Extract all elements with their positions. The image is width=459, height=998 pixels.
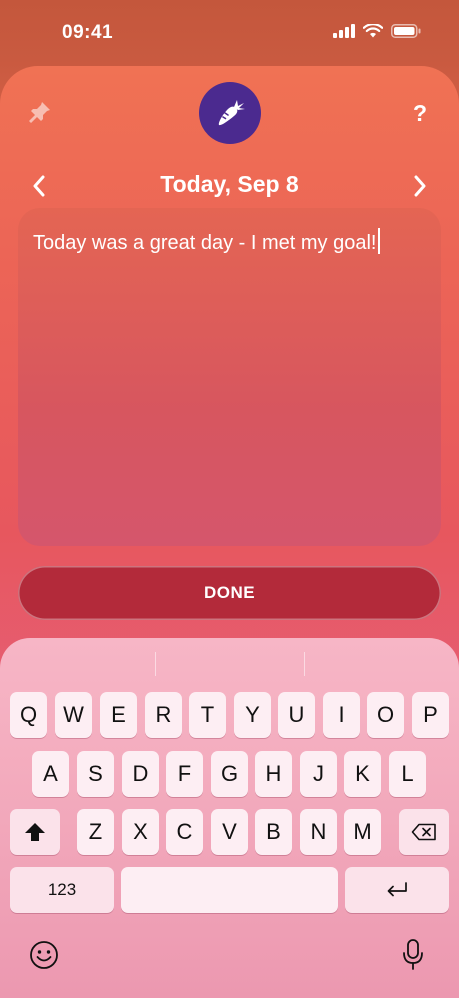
space-key[interactable] xyxy=(121,867,338,913)
date-title: Today, Sep 8 xyxy=(160,171,299,197)
wifi-icon xyxy=(363,24,383,38)
carrot-icon xyxy=(218,100,245,126)
key-p[interactable]: P xyxy=(412,692,449,738)
key-o[interactable]: O xyxy=(367,692,404,738)
key-b[interactable]: B xyxy=(255,809,292,855)
key-h[interactable]: H xyxy=(255,751,292,797)
key-w[interactable]: W xyxy=(55,692,92,738)
key-q[interactable]: Q xyxy=(10,692,47,738)
chevron-right-icon xyxy=(414,175,426,197)
key-e[interactable]: E xyxy=(100,692,137,738)
emoji-button[interactable] xyxy=(29,940,59,975)
key-u[interactable]: U xyxy=(278,692,315,738)
shift-key[interactable] xyxy=(10,809,60,855)
status-bar: 09:41 xyxy=(0,0,459,66)
backspace-icon xyxy=(411,823,436,841)
key-m[interactable]: M xyxy=(344,809,381,855)
note-text-line: Today was a great day - I met my goal! xyxy=(33,228,380,255)
key-i[interactable]: I xyxy=(323,692,360,738)
numbers-key[interactable]: 123 xyxy=(10,867,114,913)
prediction-divider xyxy=(155,652,156,676)
key-j[interactable]: J xyxy=(300,751,337,797)
key-d[interactable]: D xyxy=(122,751,159,797)
key-c[interactable]: C xyxy=(166,809,203,855)
next-day-button[interactable] xyxy=(408,174,432,198)
signal-icon xyxy=(333,24,355,38)
key-z[interactable]: Z xyxy=(77,809,114,855)
text-cursor xyxy=(377,228,380,254)
note-text-content: Today was a great day - I met my goal! xyxy=(33,232,377,254)
prediction-divider xyxy=(304,652,305,676)
app-logo[interactable] xyxy=(199,82,261,144)
key-s[interactable]: S xyxy=(77,751,114,797)
status-icons xyxy=(333,24,421,38)
date-navigation: Today, Sep 8 xyxy=(0,168,459,204)
key-a[interactable]: A xyxy=(32,751,69,797)
done-button[interactable]: DONE xyxy=(18,566,441,620)
key-v[interactable]: V xyxy=(211,809,248,855)
return-icon xyxy=(387,882,407,897)
microphone-icon xyxy=(403,939,423,970)
return-key[interactable] xyxy=(345,867,449,913)
shift-icon xyxy=(25,823,45,841)
dictation-button[interactable] xyxy=(401,938,425,977)
battery-icon xyxy=(391,24,421,38)
key-g[interactable]: G xyxy=(211,751,248,797)
backspace-key[interactable] xyxy=(399,809,449,855)
key-k[interactable]: K xyxy=(344,751,381,797)
help-button[interactable]: ? xyxy=(413,100,427,127)
key-x[interactable]: X xyxy=(122,809,159,855)
key-n[interactable]: N xyxy=(300,809,337,855)
key-l[interactable]: L xyxy=(389,751,426,797)
key-r[interactable]: R xyxy=(145,692,182,738)
note-text-area[interactable]: Today was a great day - I met my goal! xyxy=(18,208,441,546)
emoji-icon xyxy=(30,941,58,969)
pin-icon[interactable] xyxy=(28,100,52,129)
status-time: 09:41 xyxy=(62,22,114,43)
key-f[interactable]: F xyxy=(166,751,203,797)
key-t[interactable]: T xyxy=(189,692,226,738)
key-y[interactable]: Y xyxy=(234,692,271,738)
